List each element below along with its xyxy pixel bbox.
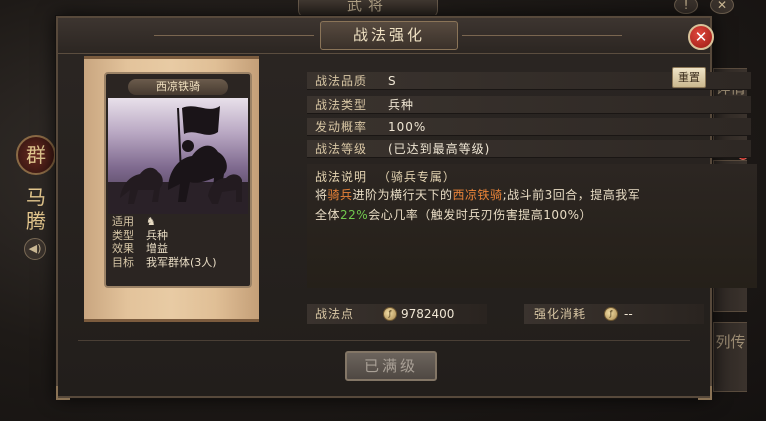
stat-value: 我军群体(3人) xyxy=(146,255,217,269)
stat-row: 效果 增益 xyxy=(112,242,246,256)
stat-key: 适用 xyxy=(112,215,134,228)
stat-key: 目标 xyxy=(112,255,134,269)
cavalry-artwork xyxy=(108,106,248,214)
stat-value: 兵种 xyxy=(146,228,168,242)
chance-label: 发动概率 xyxy=(315,120,368,134)
desc-highlight-percent: 22% xyxy=(340,208,369,222)
points-value: 9782400 xyxy=(401,307,455,321)
title-divider-right xyxy=(462,35,622,36)
card-stats: 适用 ♞ 类型 兵种 效果 增益 目标 我军群体(3人) xyxy=(112,215,246,269)
card-artwork xyxy=(108,98,248,214)
title-divider-left xyxy=(154,35,314,36)
stat-key: 类型 xyxy=(112,228,134,242)
points-row: 战法点 ƒ 9782400 xyxy=(307,304,487,324)
desc-part: 进阶为横行天下的 xyxy=(352,188,453,202)
coin-icon: ƒ xyxy=(604,307,618,321)
description-note: （骑兵专属） xyxy=(377,170,456,184)
general-name: 马腾 xyxy=(26,185,46,233)
faction-emblem: 群 xyxy=(16,135,56,175)
points-label: 战法点 xyxy=(315,307,355,321)
reset-button[interactable]: 重置 xyxy=(672,67,706,88)
stat-value: 增益 xyxy=(146,242,168,255)
footer-divider xyxy=(78,340,690,341)
desc-part: ;战斗前3回合，提高我军 xyxy=(502,188,641,202)
stat-row: 目标 我军群体(3人) xyxy=(112,256,246,270)
description-panel: 战法说明 （骑兵专属） 将骑兵进阶为横行天下的西凉铁骑;战斗前3回合，提高我军 … xyxy=(307,164,757,288)
dialog-title: 战法强化 xyxy=(320,21,458,50)
level-label: 战法等级 xyxy=(315,142,368,156)
cost-value: -- xyxy=(624,307,633,321)
max-level-button[interactable]: 已满级 xyxy=(345,351,437,381)
sound-icon[interactable]: ◀) xyxy=(24,238,46,260)
stat-row: 适用 ♞ xyxy=(112,215,246,229)
level-value: (已达到最高等级) xyxy=(388,142,491,156)
close-button[interactable]: ✕ xyxy=(688,24,714,50)
type-value: 兵种 xyxy=(388,98,415,112)
desc-part: 将 xyxy=(315,188,328,202)
stat-key: 效果 xyxy=(112,242,134,255)
quality-value: S xyxy=(388,74,397,88)
desc-highlight-cavalry: 骑兵 xyxy=(327,188,353,202)
cost-label: 强化消耗 xyxy=(534,307,587,321)
desc-part: 会心几率（触发时兵刃伤害提高100%） xyxy=(368,208,592,222)
desc-highlight-tactic: 西凉铁骑 xyxy=(452,188,503,202)
cost-row: 强化消耗 ƒ -- xyxy=(524,304,704,324)
description-label: 战法说明 xyxy=(315,170,368,184)
corner-ornament xyxy=(56,386,70,400)
desc-part: 全体 xyxy=(315,208,341,222)
tab-biography[interactable]: 列传 xyxy=(713,322,747,392)
description-heading: 战法说明 （骑兵专属） xyxy=(315,168,456,185)
tab-biography-label: 列传 xyxy=(715,333,746,351)
stat-row: 类型 兵种 xyxy=(112,229,246,243)
card-title: 西凉铁骑 xyxy=(128,79,228,95)
chance-row: 发动概率 100% xyxy=(307,118,751,136)
tactic-card: 西凉铁骑 适用 ♞ 类型 兵种 效果 增益 目标 我军群体(3人) xyxy=(104,72,252,288)
chance-value: 100% xyxy=(388,120,427,134)
applicable-unit-icon: ♞ xyxy=(146,215,156,228)
coin-icon: ƒ xyxy=(383,307,397,321)
type-row: 战法类型 兵种 xyxy=(307,96,751,114)
description-text: 将骑兵进阶为横行天下的西凉铁骑;战斗前3回合，提高我军 全体22%会心几率（触发… xyxy=(315,185,745,225)
type-label: 战法类型 xyxy=(315,98,368,112)
quality-label: 战法品质 xyxy=(315,74,368,88)
level-row: 战法等级 (已达到最高等级) xyxy=(307,140,751,158)
corner-ornament xyxy=(698,386,712,400)
